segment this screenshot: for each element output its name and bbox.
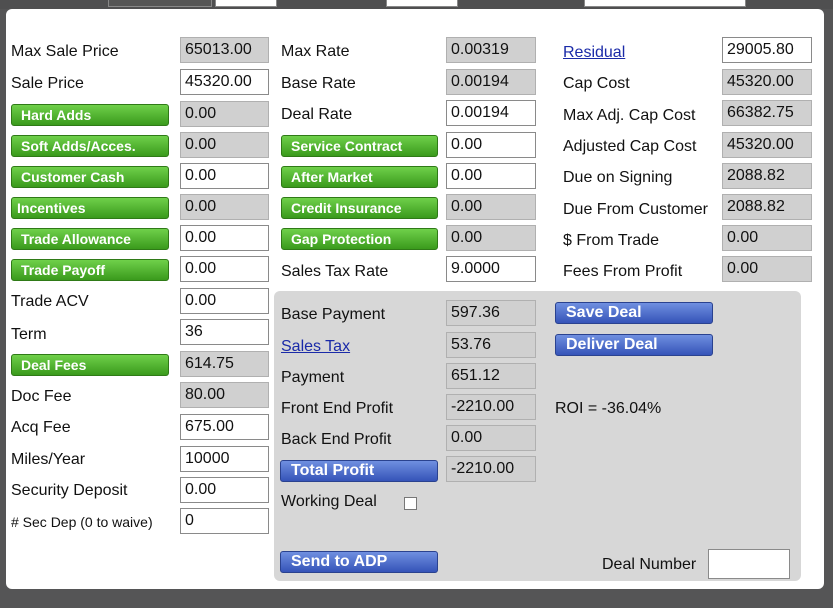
working-deal-checkbox[interactable]: [404, 497, 417, 510]
max-sale-price-field: 65013.00: [180, 37, 269, 63]
top-field-stub: [386, 0, 458, 7]
cap-cost-label: Cap Cost: [563, 75, 630, 92]
max-sale-price-label: Max Sale Price: [11, 43, 119, 60]
sales-tax-rate-label: Sales Tax Rate: [281, 263, 389, 280]
security-deposit-field[interactable]: 0.00: [180, 477, 269, 503]
miles-year-field[interactable]: 10000: [180, 446, 269, 472]
base-rate-field: 0.00194: [446, 69, 536, 95]
base-payment-field: 597.36: [446, 300, 536, 326]
trade-allowance-field[interactable]: 0.00: [180, 225, 269, 251]
acq-fee-label: Acq Fee: [11, 419, 71, 436]
credit-insurance-field: 0.00: [446, 194, 536, 220]
working-deal-label: Working Deal: [281, 493, 377, 510]
deliver-deal-button[interactable]: Deliver Deal: [555, 334, 713, 356]
soft-adds-button[interactable]: Soft Adds/Acces.: [11, 135, 169, 157]
top-bar: [0, 0, 833, 9]
roi-text: ROI = -36.04%: [555, 400, 662, 417]
back-end-profit-label: Back End Profit: [281, 431, 392, 448]
payment-field: 651.12: [446, 363, 536, 389]
due-from-customer-label: Due From Customer: [563, 201, 708, 218]
soft-adds-field: 0.00: [180, 132, 269, 158]
sale-price-field[interactable]: 45320.00: [180, 69, 269, 95]
acq-fee-field[interactable]: 675.00: [180, 414, 269, 440]
customer-cash-field[interactable]: 0.00: [180, 163, 269, 189]
doc-fee-field: 80.00: [180, 382, 269, 408]
miles-year-label: Miles/Year: [11, 451, 86, 468]
customer-cash-button[interactable]: Customer Cash: [11, 166, 169, 188]
base-payment-label: Base Payment: [281, 306, 386, 323]
from-trade-label: $ From Trade: [563, 232, 660, 249]
top-field-stub: [215, 0, 277, 7]
deal-rate-label: Deal Rate: [281, 106, 353, 123]
adjusted-cap-cost-label: Adjusted Cap Cost: [563, 138, 697, 155]
term-label: Term: [11, 326, 47, 343]
fees-from-profit-label: Fees From Profit: [563, 263, 683, 280]
sec-dep-count-label: # Sec Dep (0 to waive): [11, 514, 153, 530]
gap-protection-field: 0.00: [446, 225, 536, 251]
sales-tax-link[interactable]: Sales Tax: [281, 337, 350, 357]
doc-fee-label: Doc Fee: [11, 388, 72, 405]
cap-cost-field: 45320.00: [722, 69, 812, 95]
front-end-profit-field: -2210.00: [446, 394, 536, 420]
due-on-signing-field: 2088.82: [722, 163, 812, 189]
max-adj-cap-cost-field: 66382.75: [722, 100, 812, 126]
top-field-stub: [108, 0, 212, 7]
incentives-field: 0.00: [180, 194, 269, 220]
credit-insurance-button[interactable]: Credit Insurance: [281, 197, 438, 219]
max-rate-field: 0.00319: [446, 37, 536, 63]
deal-fees-button[interactable]: Deal Fees: [11, 354, 169, 376]
deal-number-field[interactable]: [708, 549, 790, 579]
trade-payoff-button[interactable]: Trade Payoff: [11, 259, 169, 281]
max-rate-label: Max Rate: [281, 43, 350, 60]
service-contract-field[interactable]: 0.00: [446, 132, 536, 158]
front-end-profit-label: Front End Profit: [281, 400, 394, 417]
trade-payoff-field[interactable]: 0.00: [180, 256, 269, 282]
sale-price-label: Sale Price: [11, 75, 84, 92]
due-on-signing-label: Due on Signing: [563, 169, 673, 186]
deal-rate-field[interactable]: 0.00194: [446, 100, 536, 126]
max-adj-cap-cost-label: Max Adj. Cap Cost: [563, 107, 696, 124]
trade-allowance-button[interactable]: Trade Allowance: [11, 228, 169, 250]
sales-tax-field: 53.76: [446, 332, 536, 358]
gap-protection-button[interactable]: Gap Protection: [281, 228, 438, 250]
payment-label: Payment: [281, 369, 345, 386]
send-to-adp-button[interactable]: Send to ADP: [280, 551, 438, 573]
hard-adds-button[interactable]: Hard Adds: [11, 104, 169, 126]
trade-acv-field[interactable]: 0.00: [180, 288, 269, 314]
save-deal-button[interactable]: Save Deal: [555, 302, 713, 324]
top-field-stub: [584, 0, 746, 7]
from-trade-field: 0.00: [722, 225, 812, 251]
incentives-button[interactable]: Incentives: [11, 197, 169, 219]
due-from-customer-field: 2088.82: [722, 194, 812, 220]
trade-acv-label: Trade ACV: [11, 293, 89, 310]
residual-field[interactable]: 29005.80: [722, 37, 812, 63]
deal-number-label: Deal Number: [602, 556, 697, 573]
after-market-field[interactable]: 0.00: [446, 163, 536, 189]
base-rate-label: Base Rate: [281, 75, 356, 92]
residual-link[interactable]: Residual: [563, 43, 625, 63]
security-deposit-label: Security Deposit: [11, 482, 128, 499]
deal-fees-field: 614.75: [180, 351, 269, 377]
total-profit-button[interactable]: Total Profit: [280, 460, 438, 482]
term-field[interactable]: 36: [180, 319, 269, 345]
sec-dep-count-field[interactable]: 0: [180, 508, 269, 534]
sales-tax-rate-field[interactable]: 9.0000: [446, 256, 536, 282]
back-end-profit-field: 0.00: [446, 425, 536, 451]
adjusted-cap-cost-field: 45320.00: [722, 132, 812, 158]
fees-from-profit-field: 0.00: [722, 256, 812, 282]
hard-adds-field: 0.00: [180, 101, 269, 127]
service-contract-button[interactable]: Service Contract: [281, 135, 438, 157]
after-market-button[interactable]: After Market: [281, 166, 438, 188]
total-profit-field: -2210.00: [446, 456, 536, 482]
